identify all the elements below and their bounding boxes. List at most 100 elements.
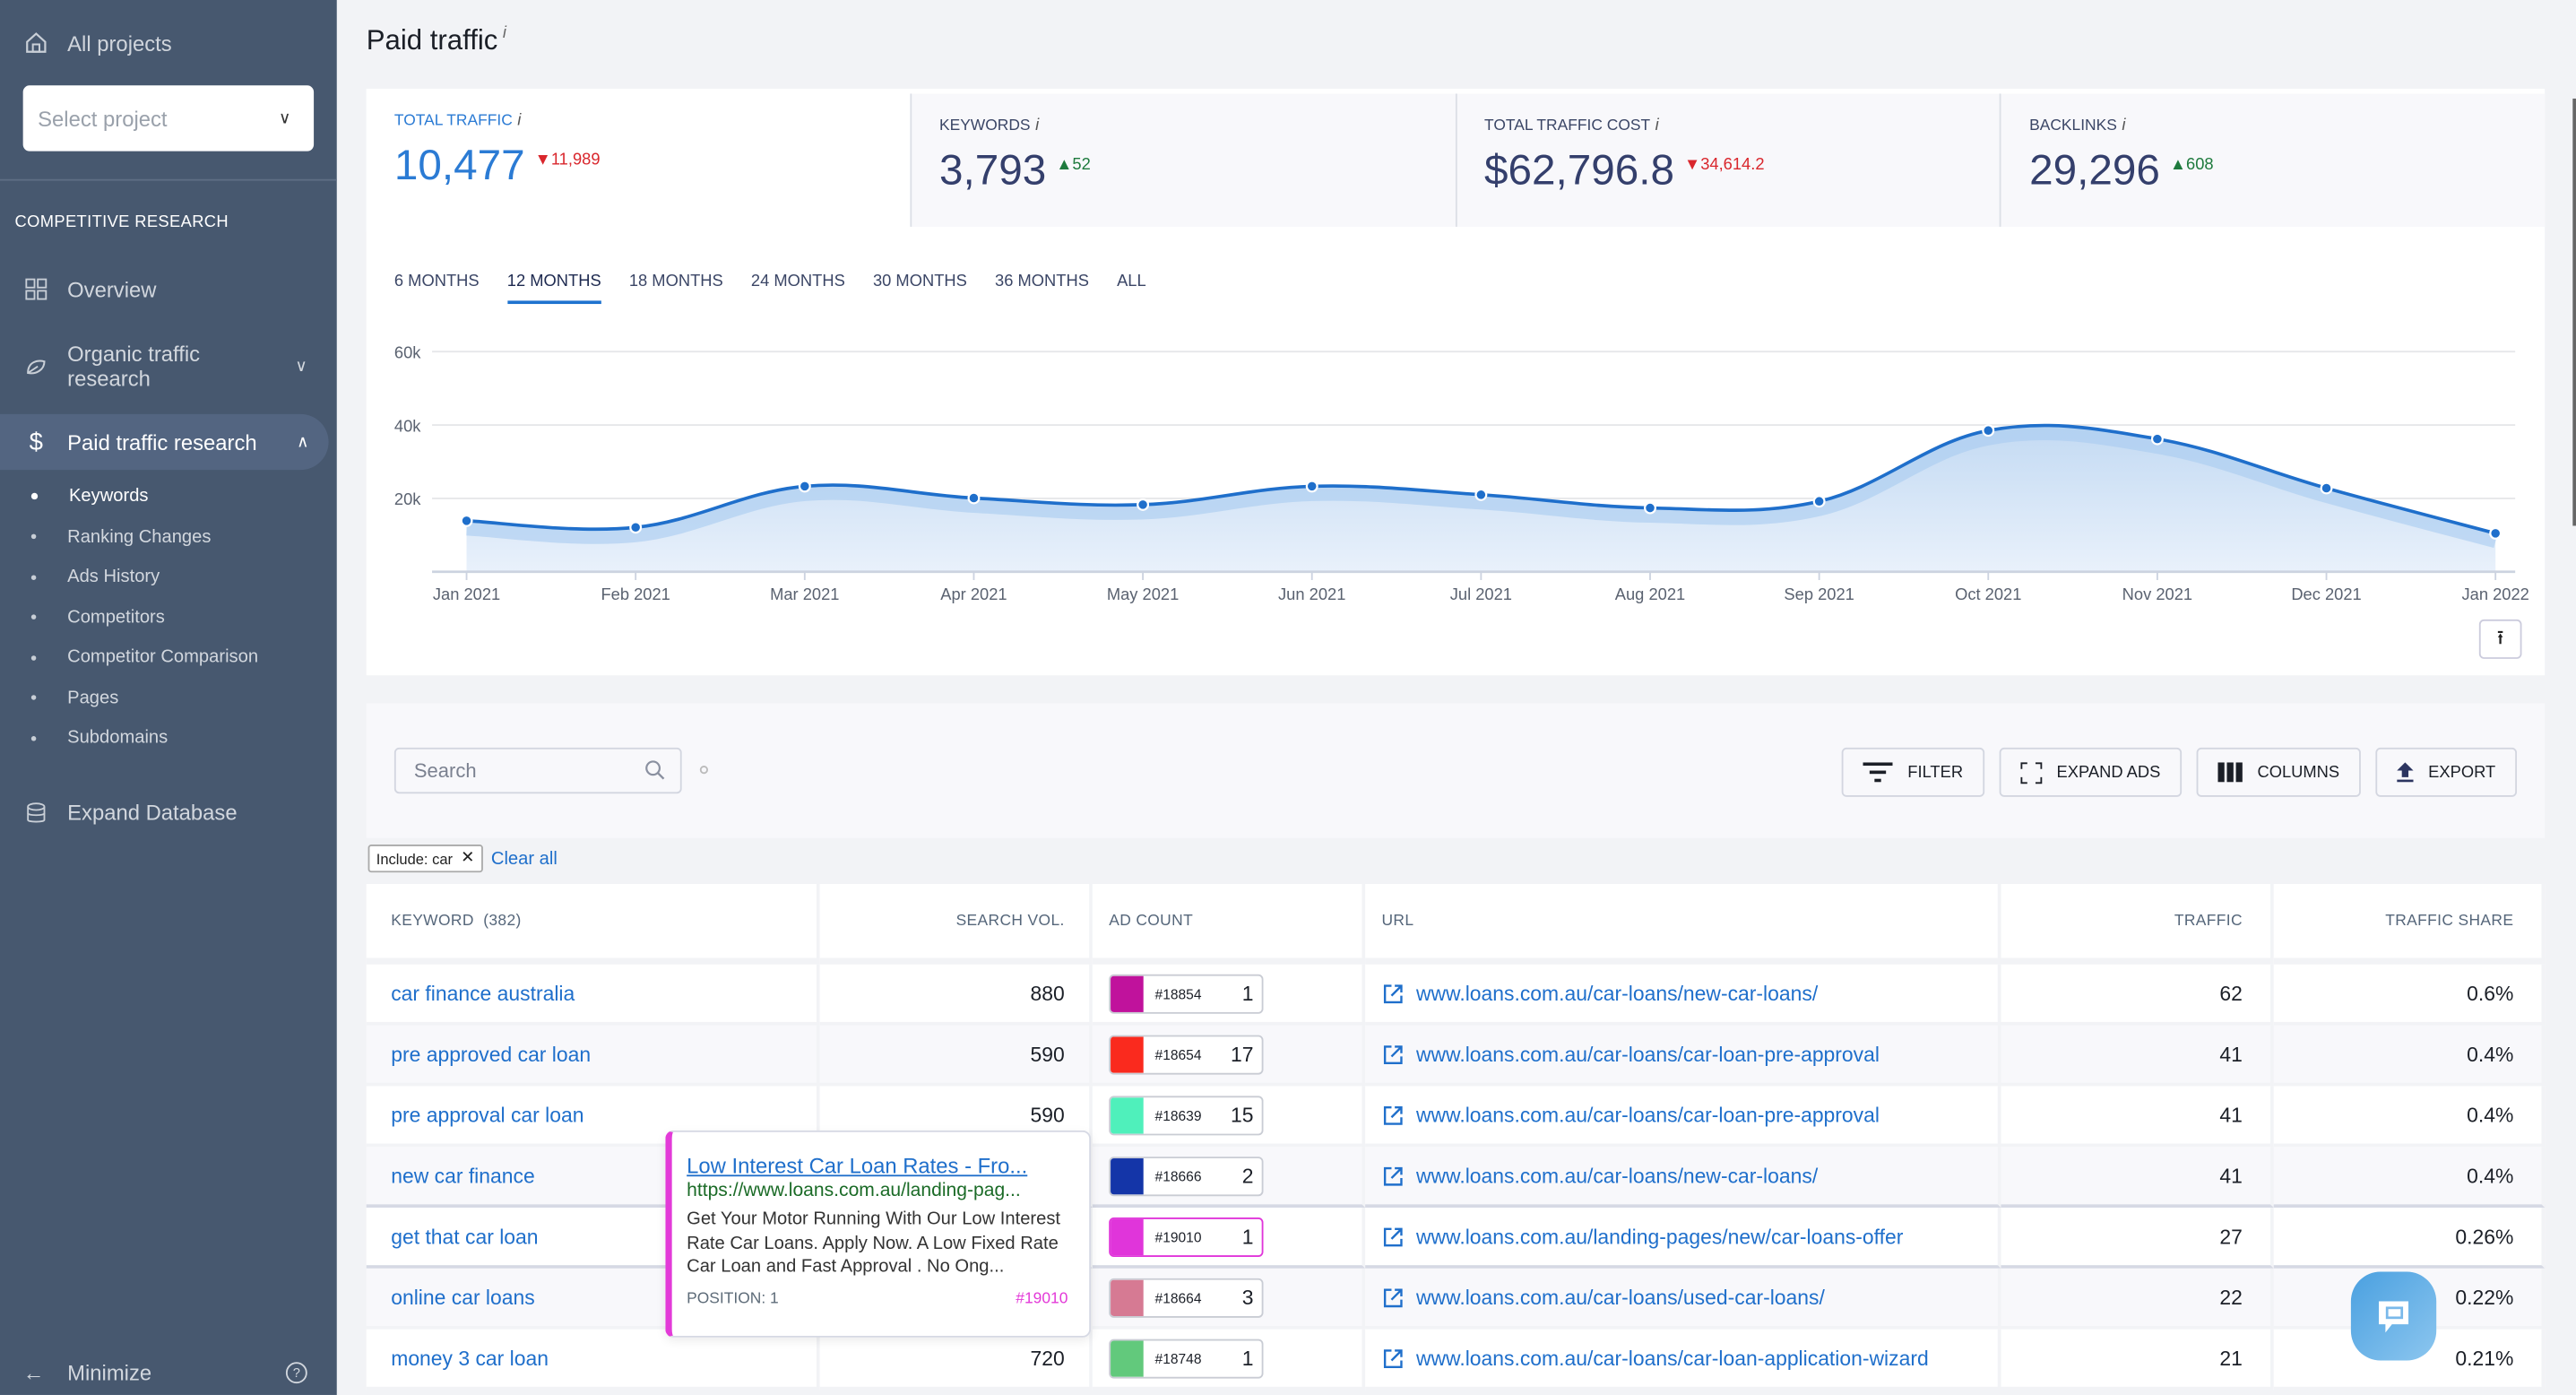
data-point[interactable] [1137, 498, 1150, 511]
url-link[interactable]: www.loans.com.au/landing-pages/new/car-l… [1416, 1225, 1903, 1248]
ad-count-cell[interactable]: #18666 2 [1092, 1147, 1366, 1209]
url-link[interactable]: www.loans.com.au/car-loans/new-car-loans… [1416, 982, 1818, 1005]
external-link-icon[interactable] [1383, 1348, 1403, 1368]
ad-badge[interactable]: #18654 17 [1109, 1034, 1264, 1074]
col-url[interactable]: URL [1365, 883, 2001, 965]
col-ad-count[interactable]: AD COUNT [1092, 883, 1366, 965]
subitem-pages[interactable]: Pages [0, 678, 337, 718]
data-point[interactable] [798, 480, 811, 493]
col-traffic[interactable]: TRAFFIC [2001, 883, 2274, 965]
sidebar-item-expand-database[interactable]: Expand Database [0, 788, 337, 837]
tab-all[interactable]: ALL [1117, 273, 1146, 304]
clear-all-link[interactable]: Clear all [491, 849, 558, 869]
url-cell[interactable]: www.loans.com.au/landing-pages/new/car-l… [1365, 1208, 2001, 1269]
ad-badge[interactable]: #18748 1 [1109, 1338, 1264, 1378]
kpi-traffic-cost[interactable]: TOTAL TRAFFIC COST i $62,796.8 ▼34,614.2 [1455, 93, 2001, 227]
url-cell[interactable]: www.loans.com.au/car-loans/new-car-loans… [1365, 964, 2001, 1026]
data-point[interactable] [967, 491, 981, 505]
kpi-total-traffic[interactable]: TOTAL TRAFFIC i 10,477 ▼11,989 [366, 88, 910, 232]
ad-title-link[interactable]: Low Interest Car Loan Rates - Fro... [687, 1154, 1089, 1178]
keyword-link[interactable]: pre approved car loan [391, 1043, 591, 1066]
ad-badge[interactable]: #19010 1 [1109, 1217, 1264, 1257]
keyword-link[interactable]: pre approval car loan [391, 1104, 583, 1127]
ad-count-cell[interactable]: #18854 1 [1092, 964, 1366, 1026]
keyword-link[interactable]: get that car loan [391, 1225, 538, 1248]
minimize-button[interactable]: ← Minimize ? [0, 1349, 337, 1395]
keyword-link[interactable]: new car finance [391, 1164, 534, 1187]
page-scrollbar[interactable] [2572, 98, 2576, 526]
ad-count-cell[interactable]: #19010 1 [1092, 1208, 1366, 1269]
url-link[interactable]: www.loans.com.au/car-loans/car-loan-appl… [1416, 1347, 1929, 1370]
tab-6-months[interactable]: 6 MONTHS [394, 273, 480, 304]
tab-36-months[interactable]: 36 MONTHS [995, 273, 1089, 304]
expand-ads-button[interactable]: EXPAND ADS [1999, 747, 2183, 797]
subitem-keywords[interactable]: Keywords [0, 476, 337, 516]
chat-widget-button[interactable] [2350, 1271, 2437, 1361]
ad-count-cell[interactable]: #18639 15 [1092, 1086, 1366, 1148]
external-link-icon[interactable] [1383, 1226, 1403, 1246]
external-link-icon[interactable] [1383, 1287, 1403, 1307]
keyword-cell[interactable]: money 3 car loan [366, 1329, 820, 1391]
tab-24-months[interactable]: 24 MONTHS [751, 273, 845, 304]
subitem-ranking-changes[interactable]: Ranking Changes [0, 516, 337, 557]
table-row[interactable]: money 3 car loan 720 #18748 1 www.loans.com.… [366, 1329, 2546, 1391]
filter-chip[interactable]: Include: car ✕ [367, 845, 483, 873]
col-keyword[interactable]: KEYWORD (382) [366, 883, 820, 965]
external-link-icon[interactable] [1383, 1044, 1403, 1064]
table-row[interactable]: pre approved car loan 590 #18654 17 www.loan… [366, 1025, 2546, 1087]
subitem-ads-history[interactable]: Ads History [0, 557, 337, 597]
tab-18-months[interactable]: 18 MONTHS [629, 273, 723, 304]
ad-badge[interactable]: #18854 1 [1109, 973, 1264, 1013]
sidebar-item-organic[interactable]: Organic traffic research ∨ [0, 319, 337, 414]
data-point[interactable] [460, 514, 473, 527]
export-button[interactable]: EXPORT [2375, 747, 2518, 797]
filter-button[interactable]: FILTER [1841, 747, 1984, 797]
external-link-icon[interactable] [1383, 983, 1403, 1003]
ad-count-cell[interactable]: #18664 3 [1092, 1268, 1366, 1330]
keyword-cell[interactable]: car finance australia [366, 964, 820, 1026]
col-traffic-share[interactable]: TRAFFIC SHARE [2273, 883, 2546, 965]
subitem-competitors[interactable]: Competitors [0, 597, 337, 637]
data-point[interactable] [1812, 495, 1826, 508]
ad-count-cell[interactable]: #18748 1 [1092, 1329, 1366, 1391]
data-point[interactable] [2320, 481, 2333, 495]
info-icon[interactable]: i [503, 25, 506, 43]
columns-button[interactable]: COLUMNS [2196, 747, 2361, 797]
tab-30-months[interactable]: 30 MONTHS [873, 273, 967, 304]
external-link-icon[interactable] [1383, 1165, 1403, 1185]
data-point[interactable] [1982, 424, 1995, 438]
url-link[interactable]: www.loans.com.au/car-loans/new-car-loans… [1416, 1164, 1818, 1187]
table-row[interactable]: car finance australia 880 #18854 1 www.loans… [366, 964, 2546, 1026]
external-link-icon[interactable] [1383, 1105, 1403, 1124]
search-input[interactable]: Search [393, 747, 682, 794]
sidebar-item-paid[interactable]: $ Paid traffic research ∧ [0, 413, 329, 471]
data-point[interactable] [1474, 488, 1488, 501]
kpi-keywords[interactable]: KEYWORDS i 3,793 ▲52 [909, 93, 1456, 227]
ad-badge[interactable]: #18664 3 [1109, 1277, 1264, 1317]
ad-badge[interactable]: #18666 2 [1109, 1156, 1264, 1196]
chart-export-button[interactable]: ⭱ [2478, 619, 2522, 659]
url-link[interactable]: www.loans.com.au/car-loans/used-car-loan… [1416, 1286, 1825, 1309]
url-link[interactable]: www.loans.com.au/car-loans/car-loan-pre-… [1416, 1104, 1880, 1127]
url-cell[interactable]: www.loans.com.au/car-loans/new-car-loans… [1365, 1147, 2001, 1209]
keyword-link[interactable]: money 3 car loan [391, 1347, 549, 1370]
ad-badge[interactable]: #18639 15 [1109, 1095, 1264, 1135]
subitem-competitor-comparison[interactable]: Competitor Comparison [0, 637, 337, 678]
sidebar-item-overview[interactable]: Overview [0, 260, 337, 319]
project-select[interactable]: Select project ∨ [22, 85, 315, 152]
col-search-vol[interactable]: SEARCH VOL. [819, 883, 1093, 965]
keyword-link[interactable]: car finance australia [391, 982, 575, 1005]
close-icon[interactable]: ✕ [461, 850, 474, 868]
tab-12-months[interactable]: 12 MONTHS [506, 273, 602, 305]
data-point[interactable] [2489, 526, 2503, 540]
keyword-cell[interactable]: pre approved car loan [366, 1025, 820, 1087]
all-projects-link[interactable]: All projects [0, 0, 337, 85]
keyword-link[interactable]: online car loans [391, 1286, 534, 1309]
ad-count-cell[interactable]: #18654 17 [1092, 1025, 1366, 1087]
data-point[interactable] [1305, 480, 1318, 493]
data-point[interactable] [1644, 501, 1656, 515]
subitem-subdomains[interactable]: Subdomains [0, 718, 337, 758]
data-point[interactable] [629, 521, 643, 534]
url-cell[interactable]: www.loans.com.au/car-loans/car-loan-pre-… [1365, 1025, 2001, 1087]
url-cell[interactable]: www.loans.com.au/car-loans/used-car-loan… [1365, 1268, 2001, 1330]
